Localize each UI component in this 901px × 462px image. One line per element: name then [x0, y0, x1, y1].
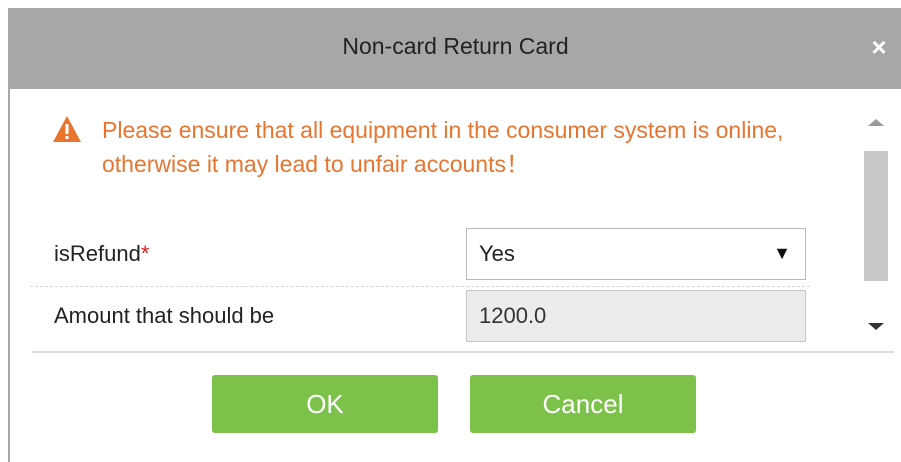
dialog-title: Non-card Return Card	[342, 33, 569, 59]
scroll-thumb[interactable]	[864, 151, 888, 281]
dialog-titlebar: Non-card Return Card ×	[10, 9, 901, 89]
warning-text: Please ensure that all equipment in the …	[102, 117, 784, 177]
is-refund-label-text: isRefund	[54, 241, 141, 266]
cancel-button[interactable]: Cancel	[470, 375, 696, 433]
is-refund-select[interactable]: Yes ▼	[466, 228, 806, 280]
ok-button[interactable]: OK	[212, 375, 438, 433]
non-card-return-dialog: Non-card Return Card × Please ensure tha…	[8, 8, 901, 462]
dialog-content: Please ensure that all equipment in the …	[10, 89, 901, 351]
amount-field: 1200.0	[466, 290, 806, 342]
scroll-down-arrow-icon[interactable]	[868, 323, 884, 330]
scroll-up-arrow-icon[interactable]	[868, 119, 884, 126]
close-icon: ×	[871, 32, 887, 62]
warning-icon	[53, 116, 81, 142]
is-refund-label: isRefund*	[54, 241, 149, 267]
row-divider	[30, 286, 810, 287]
amount-value: 1200.0	[479, 303, 547, 328]
amount-label: Amount that should be	[54, 303, 275, 328]
footer-divider	[32, 351, 894, 353]
vertical-scrollbar[interactable]	[860, 111, 894, 347]
close-button[interactable]: ×	[867, 32, 891, 62]
chevron-down-icon: ▼	[773, 243, 791, 263]
required-mark: *	[140, 241, 150, 266]
is-refund-select-value: Yes	[479, 241, 515, 266]
